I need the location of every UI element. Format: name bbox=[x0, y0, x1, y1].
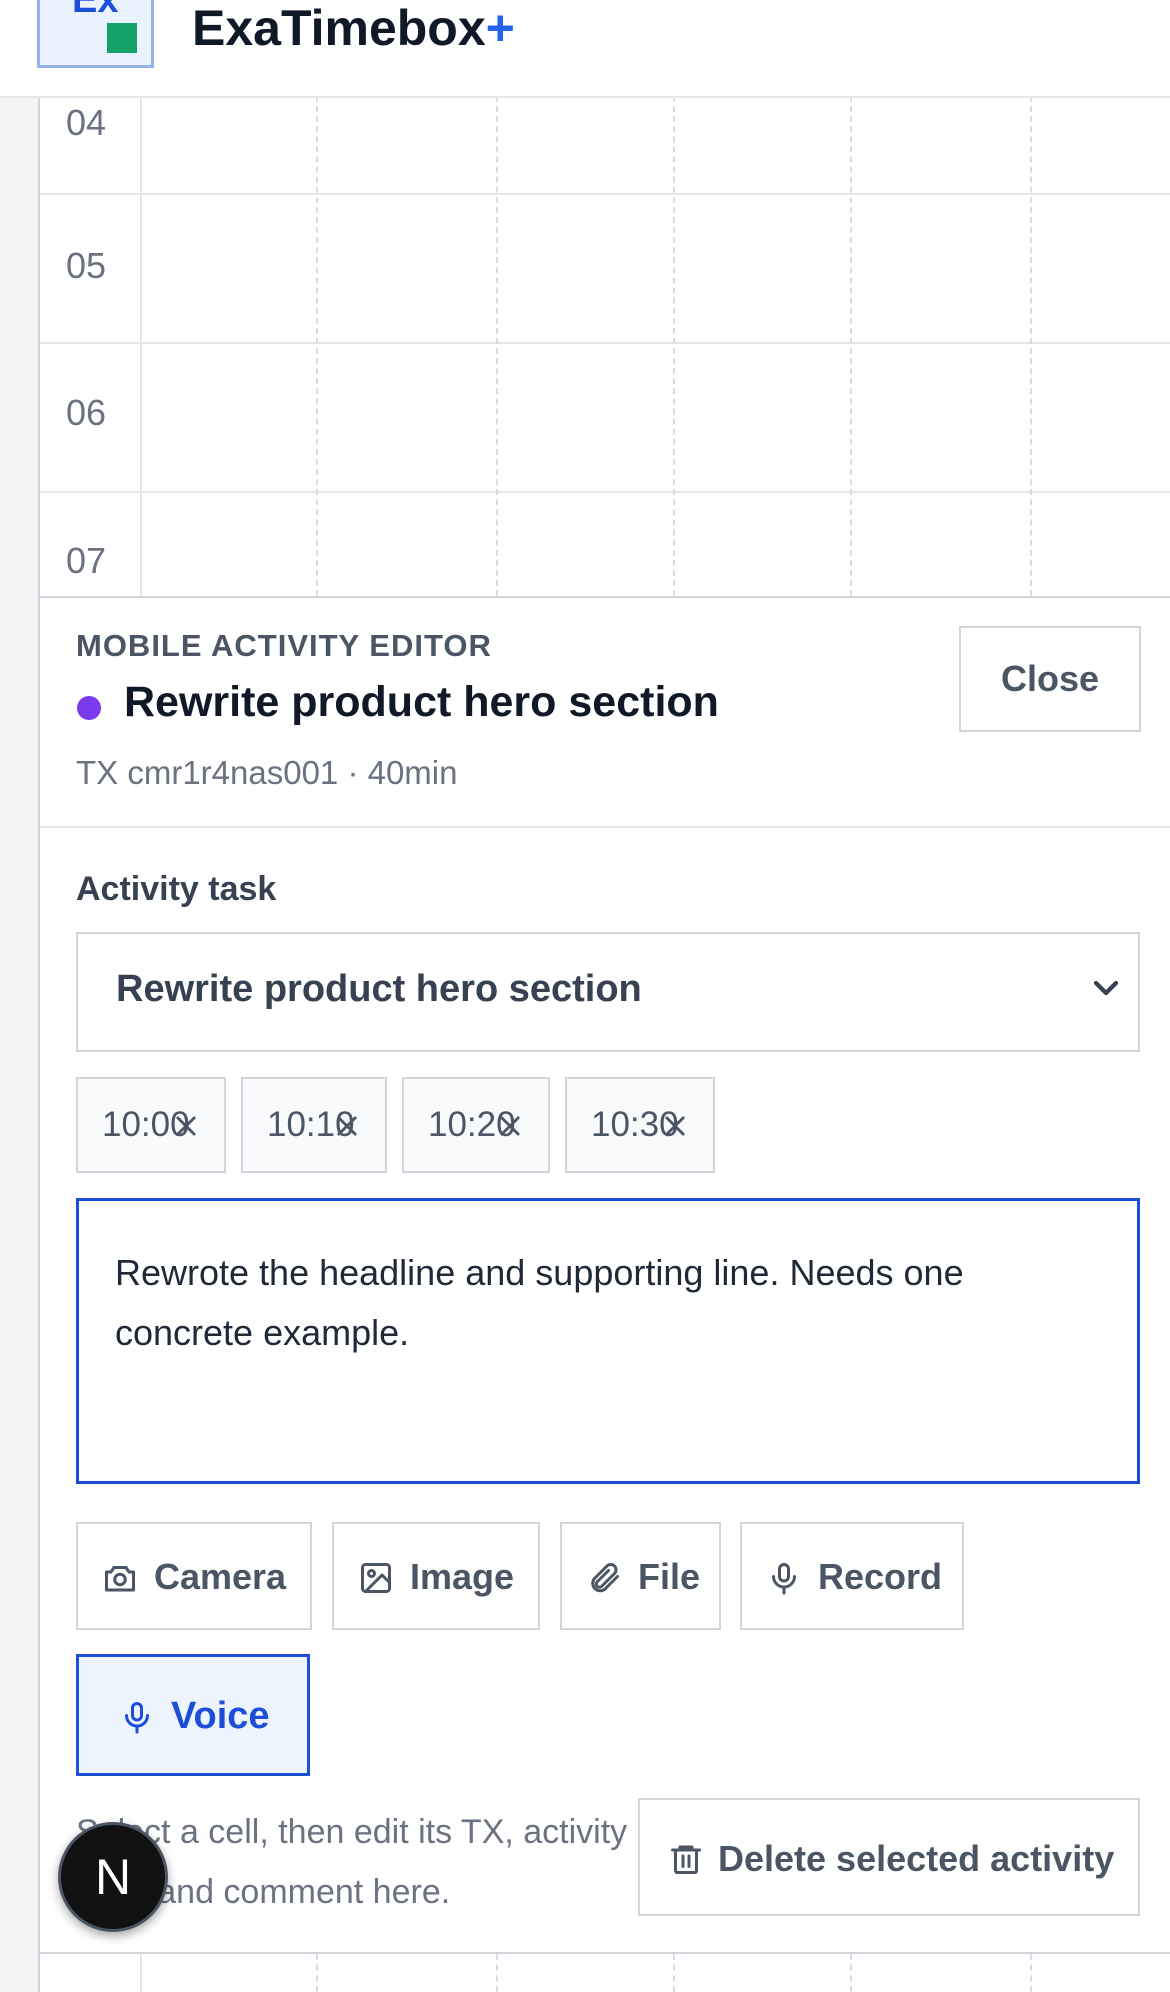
mobile-activity-editor: MOBILE ACTIVITY EDITOR Rewrite product h… bbox=[38, 596, 1170, 1952]
close-button[interactable]: Close bbox=[959, 626, 1141, 732]
trash-icon bbox=[671, 1845, 701, 1874]
voice-label: Voice bbox=[171, 1695, 270, 1737]
image-button[interactable]: Image bbox=[332, 1522, 540, 1630]
camera-label: Camera bbox=[154, 1556, 287, 1597]
record-button[interactable]: Record bbox=[740, 1522, 964, 1630]
close-icon[interactable] bbox=[496, 1112, 524, 1140]
app-header: Ex ExaTimebox+ bbox=[0, 0, 1170, 98]
editor-divider bbox=[40, 826, 1170, 828]
activity-task-value: Rewrite product hero section bbox=[116, 968, 642, 1010]
comment-textarea[interactable]: Rewrote the headline and supporting line… bbox=[76, 1198, 1140, 1484]
time-chip[interactable]: 10:10 bbox=[241, 1077, 387, 1173]
time-slot-chips: 10:00 10:10 10:20 10:30 bbox=[76, 1077, 1140, 1173]
close-icon[interactable] bbox=[661, 1112, 689, 1140]
activity-task-label: Activity task bbox=[76, 870, 277, 908]
hour-row[interactable]: 04 bbox=[40, 96, 1170, 195]
time-chip[interactable]: 10:30 bbox=[565, 1077, 715, 1173]
paperclip-icon bbox=[591, 1562, 619, 1593]
day-column-divider bbox=[850, 96, 852, 596]
next-dev-badge[interactable]: N bbox=[58, 1822, 168, 1932]
close-icon[interactable] bbox=[172, 1112, 200, 1140]
hour-label: 07 bbox=[66, 540, 107, 581]
badge-letter: N bbox=[94, 1849, 132, 1905]
calendar-grid: 04 05 06 07 bbox=[38, 96, 1170, 596]
day-column-divider bbox=[850, 1954, 852, 1992]
day-column-divider bbox=[673, 1954, 675, 1992]
activity-color-dot bbox=[77, 696, 101, 720]
day-column-divider bbox=[316, 1954, 318, 1992]
file-button[interactable]: File bbox=[560, 1522, 721, 1630]
activity-task-select[interactable]: Rewrite product hero section bbox=[76, 932, 1140, 1052]
activity-meta: TX cmr1r4nas001 · 40min bbox=[76, 754, 458, 791]
app-logo[interactable]: Ex bbox=[37, 0, 154, 68]
logo-square bbox=[107, 23, 137, 53]
camera-button[interactable]: Camera bbox=[76, 1522, 312, 1630]
time-column-divider bbox=[140, 96, 142, 596]
time-column-divider bbox=[140, 1954, 142, 1992]
day-column-divider bbox=[673, 96, 675, 596]
voice-button[interactable]: Voice bbox=[76, 1654, 310, 1776]
left-rail bbox=[0, 96, 38, 1992]
camera-icon bbox=[105, 1566, 135, 1592]
record-label: Record bbox=[818, 1556, 943, 1597]
image-icon bbox=[361, 1563, 391, 1593]
delete-activity-button[interactable]: Delete selected activity bbox=[638, 1798, 1140, 1916]
hour-label: 05 bbox=[66, 245, 107, 286]
app-plus-mark: + bbox=[485, 0, 515, 56]
day-column-divider bbox=[496, 96, 498, 596]
hour-row[interactable]: 07 bbox=[40, 492, 1170, 596]
hour-row[interactable]: 05 bbox=[40, 195, 1170, 344]
time-chip[interactable]: 10:00 bbox=[76, 1077, 226, 1173]
chevron-down-icon bbox=[1093, 980, 1119, 996]
day-column-divider bbox=[1030, 96, 1032, 596]
calendar-grid-continuation bbox=[38, 1952, 1170, 1992]
hour-row[interactable]: 06 bbox=[40, 344, 1170, 493]
time-chip[interactable]: 10:20 bbox=[402, 1077, 550, 1173]
logo-text: Ex bbox=[72, 0, 119, 21]
app-title: ExaTimebox+ bbox=[192, 0, 515, 56]
editor-eyebrow: MOBILE ACTIVITY EDITOR bbox=[76, 628, 492, 663]
file-label: File bbox=[638, 1556, 701, 1597]
microphone-icon bbox=[125, 1702, 149, 1734]
microphone-icon bbox=[772, 1563, 796, 1595]
activity-title: Rewrite product hero section bbox=[124, 678, 719, 726]
day-column-divider bbox=[496, 1954, 498, 1992]
image-label: Image bbox=[410, 1556, 515, 1597]
hour-label: 06 bbox=[66, 392, 107, 433]
day-column-divider bbox=[316, 96, 318, 596]
close-icon[interactable] bbox=[333, 1112, 361, 1140]
hour-label: 04 bbox=[66, 102, 107, 143]
day-column-divider bbox=[1030, 1954, 1032, 1992]
delete-activity-label: Delete selected activity bbox=[718, 1838, 1115, 1879]
app-name: ExaTimebox bbox=[192, 0, 486, 56]
